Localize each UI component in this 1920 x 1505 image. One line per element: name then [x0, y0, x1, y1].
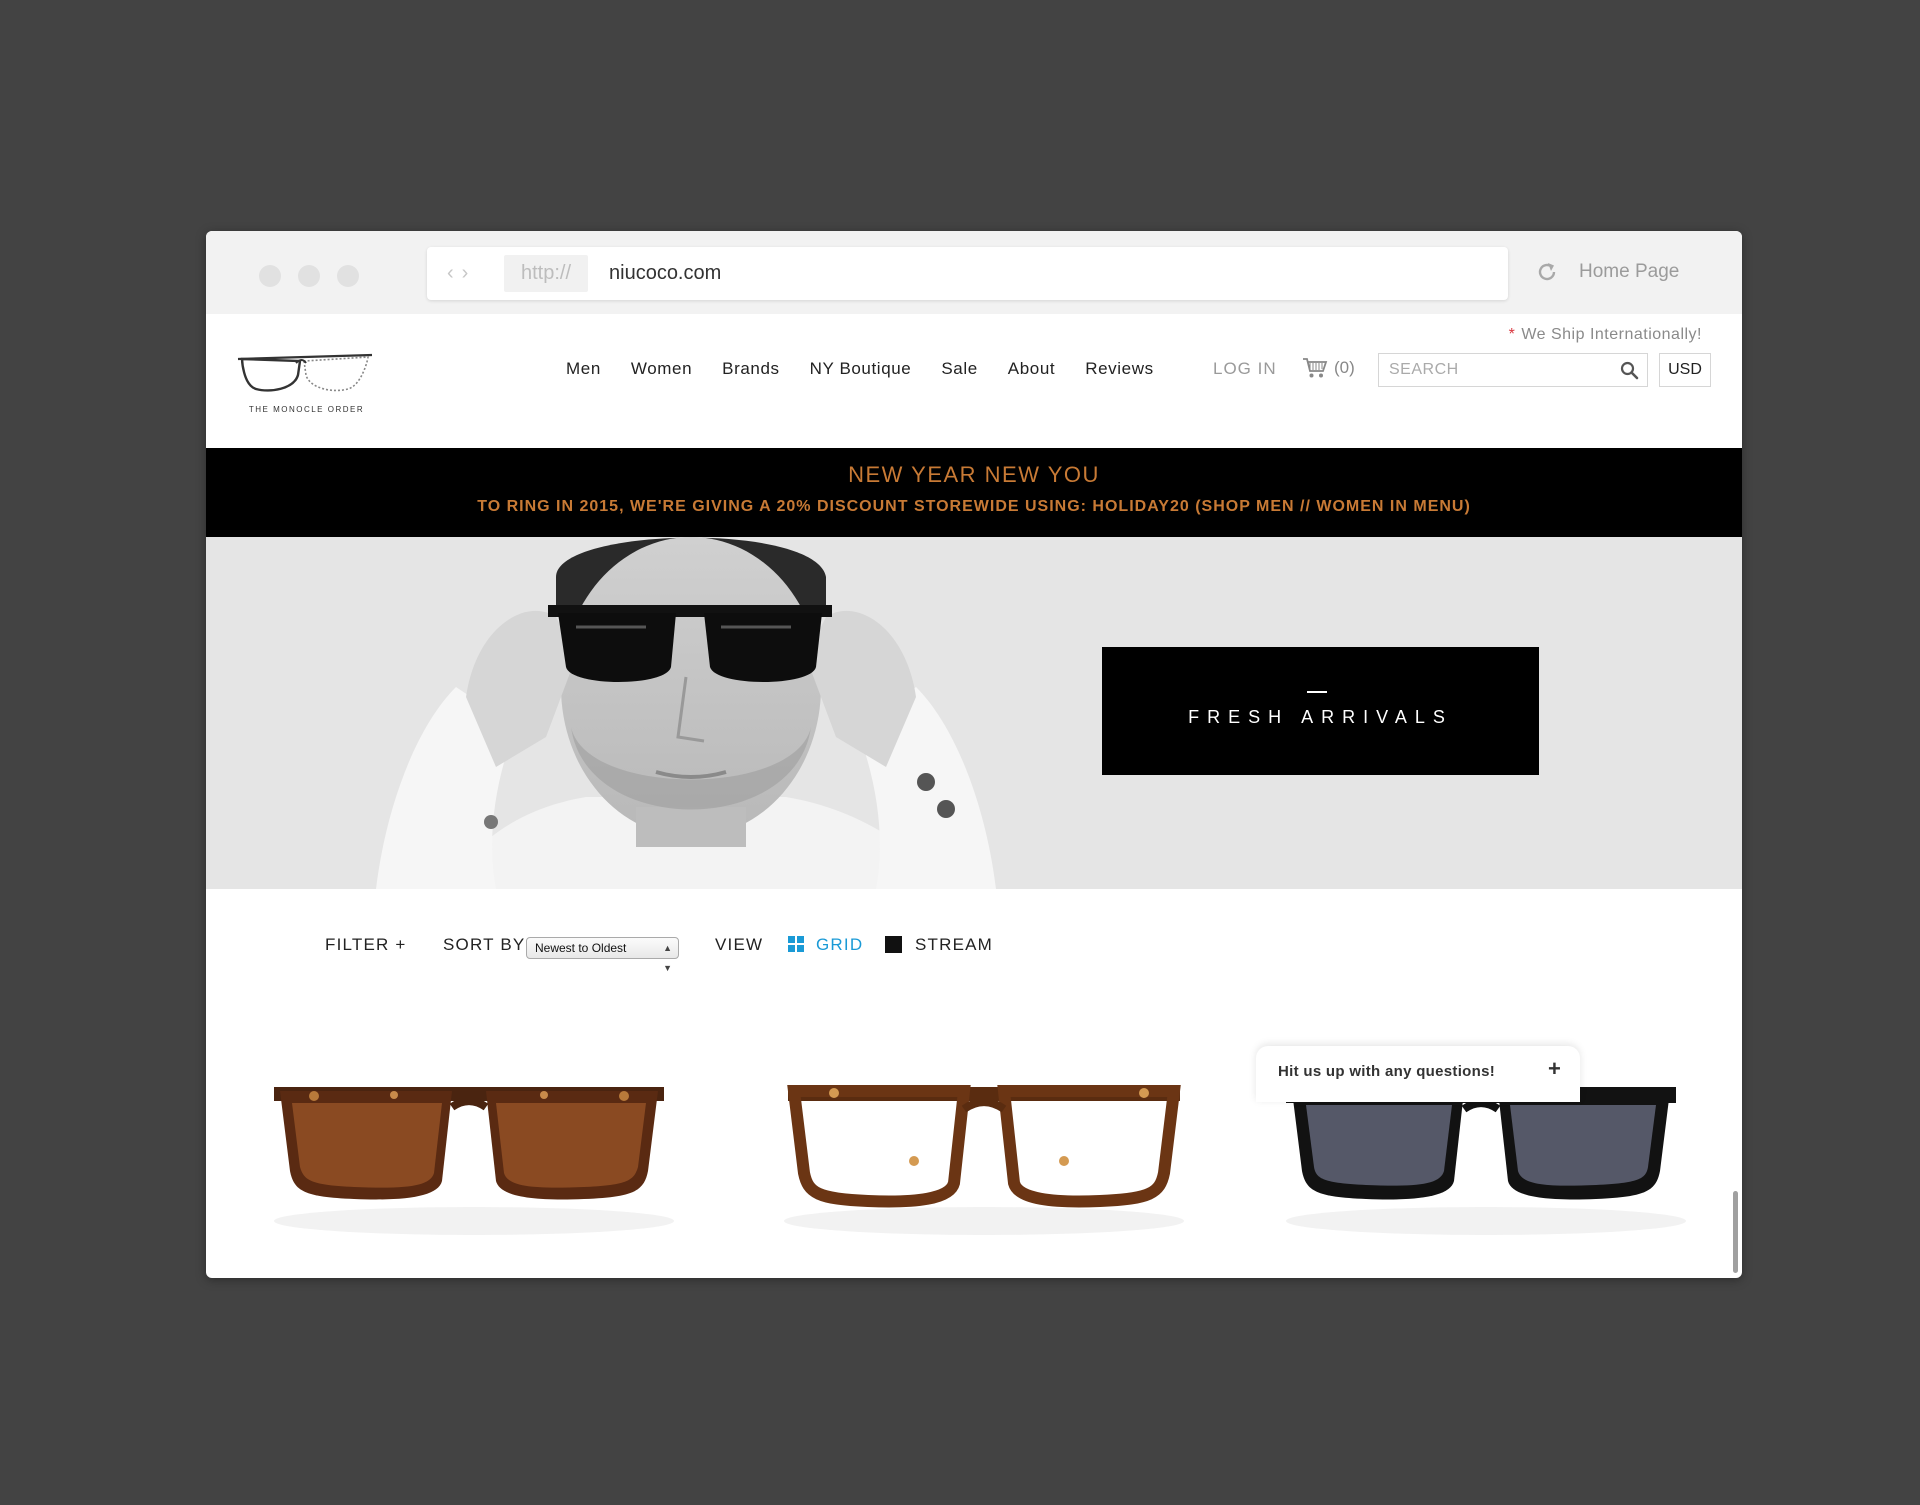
- url-protocol: http://: [504, 255, 588, 292]
- product-card[interactable]: [764, 1021, 1204, 1251]
- nav-item-sale[interactable]: Sale: [941, 358, 977, 380]
- chat-widget[interactable]: Hit us up with any questions! +: [1256, 1046, 1580, 1102]
- nav-item-women[interactable]: Women: [631, 358, 692, 380]
- hero-banner: FRESH ARRIVALS: [206, 537, 1742, 889]
- hero-model-image: [376, 537, 996, 889]
- promo-subtitle: TO RING IN 2015, WE'RE GIVING A 20% DISC…: [477, 498, 1471, 515]
- reload-icon[interactable]: [1534, 259, 1560, 285]
- product-image-tortoise-optical: [784, 1085, 1184, 1235]
- product-toolbar: FILTER + SORT BY Newest to Oldest ▲ ▼ VIE…: [206, 889, 1742, 989]
- search-box: [1378, 353, 1648, 387]
- window-minimize-dot[interactable]: [298, 265, 320, 287]
- cta-dash: [1307, 691, 1327, 693]
- search-icon[interactable]: [1620, 361, 1639, 380]
- view-label: VIEW: [715, 935, 764, 954]
- cart-count: (0): [1334, 358, 1355, 377]
- back-forward-icon[interactable]: ‹›: [447, 262, 476, 284]
- page-scrollbar[interactable]: [1733, 1191, 1738, 1273]
- chat-label: Hit us up with any questions!: [1278, 1063, 1496, 1080]
- site-header: THE MONOCLE ORDER * We Ship International…: [206, 314, 1742, 448]
- browser-window: ‹› http:// niucoco.com Home Page THE MON…: [206, 231, 1742, 1278]
- cart-button[interactable]: (0): [1302, 357, 1355, 379]
- stream-view-button[interactable]: STREAM: [915, 935, 993, 955]
- sort-label: SORT BY: [443, 935, 526, 954]
- filter-toggle[interactable]: FILTER +: [325, 935, 407, 955]
- nav-item-brands[interactable]: Brands: [722, 358, 779, 380]
- search-input[interactable]: [1387, 360, 1611, 380]
- grid-view-icon[interactable]: [788, 936, 804, 952]
- login-link[interactable]: LOG IN: [1213, 359, 1277, 379]
- home-page-link[interactable]: Home Page: [1579, 259, 1679, 285]
- logo-wordmark: THE MONOCLE ORDER: [248, 405, 365, 414]
- product-card[interactable]: [254, 1021, 694, 1251]
- fresh-arrivals-label: FRESH ARRIVALS: [1188, 707, 1453, 727]
- grid-view-button[interactable]: GRID: [816, 935, 863, 955]
- promo-title: NEW YEAR NEW YOU: [848, 462, 1100, 487]
- product-image-tortoise-sunglasses: [274, 1087, 674, 1235]
- plus-icon[interactable]: +: [1548, 1058, 1561, 1080]
- select-arrows-icon: ▲ ▼: [663, 943, 672, 973]
- glasses-logo-icon: [237, 353, 373, 392]
- nav-item-ny-boutique[interactable]: NY Boutique: [810, 358, 912, 380]
- nav-item-reviews[interactable]: Reviews: [1085, 358, 1153, 380]
- url-text[interactable]: niucoco.com: [609, 255, 721, 292]
- sort-select[interactable]: Newest to Oldest ▲ ▼: [526, 937, 679, 973]
- stream-view-icon[interactable]: [885, 936, 902, 953]
- currency-selector[interactable]: USD: [1659, 353, 1711, 387]
- site-logo[interactable]: THE MONOCLE ORDER: [234, 345, 379, 417]
- window-maximize-dot[interactable]: [337, 265, 359, 287]
- shipping-note: * We Ship Internationally!: [1509, 326, 1702, 344]
- main-nav: Men Women Brands NY Boutique Sale About …: [566, 358, 1184, 380]
- ship-note-star: *: [1508, 326, 1516, 343]
- ship-note-text: We Ship Internationally!: [1521, 326, 1702, 343]
- browser-toolbar: ‹› http:// niucoco.com Home Page: [206, 231, 1742, 314]
- cart-icon: [1303, 358, 1328, 378]
- window-close-dot[interactable]: [259, 265, 281, 287]
- promo-banner: NEW YEAR NEW YOU TO RING IN 2015, WE'RE …: [206, 448, 1742, 537]
- fresh-arrivals-button[interactable]: FRESH ARRIVALS: [1102, 647, 1539, 775]
- address-bar[interactable]: ‹› http:// niucoco.com: [427, 247, 1508, 300]
- nav-item-men[interactable]: Men: [566, 358, 601, 380]
- sort-value: Newest to Oldest: [535, 941, 627, 955]
- nav-item-about[interactable]: About: [1008, 358, 1055, 380]
